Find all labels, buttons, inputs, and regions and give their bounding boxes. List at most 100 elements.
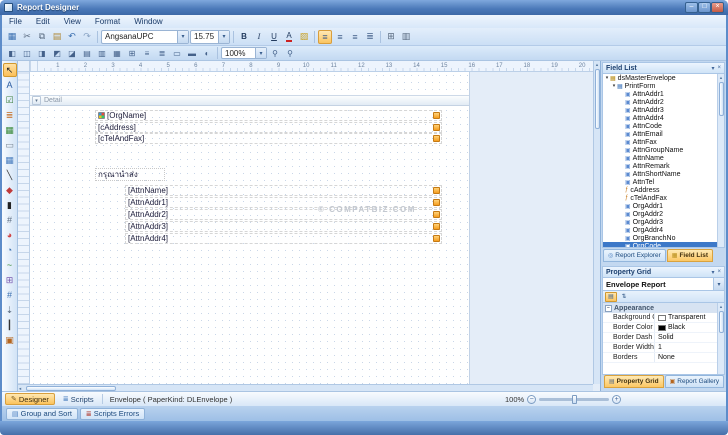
dock-panel-tab[interactable]: ▣ Report Gallery: [665, 375, 725, 388]
window-control-button[interactable]: –: [685, 2, 698, 13]
property-value[interactable]: Black: [655, 324, 717, 331]
layout-toolbar-button[interactable]: ◨: [35, 47, 49, 59]
layout-toolbar-button[interactable]: ▥: [95, 47, 109, 59]
field-list-tree-item[interactable]: ▣ AttnName: [603, 154, 717, 162]
field-list-tree-item[interactable]: ▣ AttnAddr1: [603, 90, 717, 98]
toolbox-tool-icon[interactable]: ≣: [3, 108, 17, 122]
field-list-scrollbar[interactable]: ▲: [717, 74, 724, 247]
data-binding-icon[interactable]: [433, 235, 440, 242]
dock-panel-tab[interactable]: ◎ Report Explorer: [603, 249, 666, 262]
toolbox-tool-icon[interactable]: ◕: [3, 228, 17, 242]
field-list-tree-item[interactable]: ▣ AttnTel: [603, 178, 717, 186]
toolbar-button[interactable]: ⊞: [384, 30, 398, 44]
field-list-tree-item[interactable]: ▣ OrgAddr2: [603, 210, 717, 218]
layout-toolbar-button[interactable]: ◐: [200, 47, 214, 59]
property-value[interactable]: 1: [655, 344, 717, 351]
field-list-tree-item[interactable]: ƒ cAddress: [603, 186, 717, 194]
field-list-tree-item[interactable]: ▣ AttnAddr4: [603, 114, 717, 122]
data-binding-icon[interactable]: [433, 135, 440, 142]
underline-button[interactable]: U: [267, 30, 281, 44]
field-list-tree-item[interactable]: ƒ cTelAndFax: [603, 194, 717, 202]
toolbar-button[interactable]: ↷: [80, 30, 94, 44]
dock-panel-tab[interactable]: ▤ Property Grid: [604, 375, 664, 388]
design-vertical-scrollbar[interactable]: ▲: [593, 61, 600, 384]
layout-toolbar-button[interactable]: ◫: [20, 47, 34, 59]
toolbox-tool-icon[interactable]: ▮: [3, 198, 17, 212]
toolbar-button[interactable]: ▦: [5, 30, 19, 44]
toolbox-tool-icon[interactable]: ☑: [3, 93, 17, 107]
text-align-button[interactable]: ≡: [318, 30, 332, 44]
toolbox-tool-icon[interactable]: ╲: [3, 168, 17, 182]
font-size-combo[interactable]: 15.75▾: [190, 30, 230, 44]
field-list-tree-item[interactable]: ▣ OrgAddr4: [603, 226, 717, 234]
component-selector-combo[interactable]: Envelope Report ▾: [602, 278, 725, 291]
field-list-tree-item[interactable]: ▣ OrgAddr1: [603, 202, 717, 210]
zoom-combo[interactable]: 100%▾: [221, 47, 267, 59]
chevron-down-icon[interactable]: ▾: [177, 31, 188, 43]
toolbox-tool-icon[interactable]: ┃: [3, 318, 17, 332]
magnifier-icon[interactable]: ⚲: [268, 47, 282, 59]
chevron-down-icon[interactable]: ▾: [713, 278, 724, 290]
scrollbar-thumb[interactable]: [595, 69, 600, 129]
dock-panel-tab[interactable]: ▦ Field List: [667, 249, 713, 262]
field-list-tree-item[interactable]: ▣ AttnCode: [603, 122, 717, 130]
report-field[interactable]: [cTelAndFax]: [95, 133, 442, 144]
toolbar-button[interactable]: ↶: [65, 30, 79, 44]
toolbox-tool-icon[interactable]: ◆: [3, 183, 17, 197]
property-row[interactable]: Border Dash S... Solid: [603, 333, 717, 343]
scrollbar-thumb[interactable]: [719, 82, 724, 116]
report-field[interactable]: [AttnName]: [125, 185, 442, 196]
zoom-slider-thumb[interactable]: [572, 395, 577, 404]
chevron-down-icon[interactable]: ▾: [255, 48, 266, 58]
data-binding-icon[interactable]: [433, 211, 440, 218]
field-list-header[interactable]: Field List ▾ ×: [602, 62, 725, 74]
field-list-tree-item[interactable]: ▾ ▦ dsMasterEnvelope: [603, 74, 717, 82]
layout-toolbar-button[interactable]: ▦: [110, 47, 124, 59]
report-field[interactable]: [OrgName]: [95, 110, 442, 121]
property-row[interactable]: Background C... Transparent: [603, 313, 717, 323]
field-list-tree-item[interactable]: ▣ AttnGroupName: [603, 146, 717, 154]
property-category-row[interactable]: − Appearance: [603, 303, 717, 313]
field-list-tree-item[interactable]: ▣ AttnFax: [603, 138, 717, 146]
band-collapse-button[interactable]: ▾: [32, 96, 41, 105]
property-grid-view-button[interactable]: ▤: [605, 292, 617, 302]
toolbox-tool-icon[interactable]: #: [3, 213, 17, 227]
toolbar-button[interactable]: ⧉: [35, 30, 49, 44]
toolbox-tool-icon[interactable]: ~: [3, 258, 17, 272]
zoom-out-button[interactable]: −: [527, 395, 536, 404]
font-name-combo[interactable]: AngsanaUPC▾: [101, 30, 189, 44]
menu-item[interactable]: File: [2, 17, 29, 26]
menu-item[interactable]: Window: [127, 17, 169, 26]
layout-toolbar-button[interactable]: ▤: [80, 47, 94, 59]
toolbar-button[interactable]: ▤: [50, 30, 64, 44]
field-list-tree-item[interactable]: ▣ AttnEmail: [603, 130, 717, 138]
design-horizontal-scrollbar[interactable]: ◄: [18, 384, 593, 391]
scroll-up-icon[interactable]: ▲: [719, 75, 723, 80]
property-row[interactable]: Borders None: [603, 353, 717, 363]
view-tab[interactable]: ✎ Designer: [5, 393, 55, 405]
text-align-button[interactable]: ≡: [333, 30, 347, 44]
menu-item[interactable]: Edit: [29, 17, 57, 26]
highlight-color-button[interactable]: ▨: [297, 30, 311, 44]
detail-band-header[interactable]: ▾ Detail: [30, 95, 470, 106]
layout-toolbar-button[interactable]: ▭: [170, 47, 184, 59]
property-grid-scrollbar[interactable]: ▲: [717, 303, 724, 374]
chevron-down-icon[interactable]: ▾: [218, 31, 229, 43]
property-grid-view-button[interactable]: ⇅: [618, 292, 630, 302]
property-value[interactable]: None: [655, 354, 717, 361]
field-list-tree-item[interactable]: ▣ AttnAddr2: [603, 98, 717, 106]
toolbox-tool-icon[interactable]: ◔: [3, 243, 17, 257]
scroll-left-icon[interactable]: ◄: [18, 386, 25, 391]
font-color-button[interactable]: A: [282, 30, 296, 44]
text-align-button[interactable]: ≡: [348, 30, 362, 44]
toolbox-tool-icon[interactable]: ▦: [3, 153, 17, 167]
property-row[interactable]: Border Width 1: [603, 343, 717, 353]
window-control-button[interactable]: □: [698, 2, 711, 13]
view-tab[interactable]: ≣ Scripts: [58, 393, 99, 405]
scroll-up-icon[interactable]: ▲: [595, 62, 599, 67]
property-grid-header[interactable]: Property Grid ▾ ×: [602, 266, 725, 278]
panel-close-icon[interactable]: ×: [717, 65, 721, 71]
field-list-tree-item[interactable]: ▣ OrgAddr3: [603, 218, 717, 226]
data-binding-icon[interactable]: [433, 199, 440, 206]
toolbox-tool-icon[interactable]: ▦: [3, 123, 17, 137]
